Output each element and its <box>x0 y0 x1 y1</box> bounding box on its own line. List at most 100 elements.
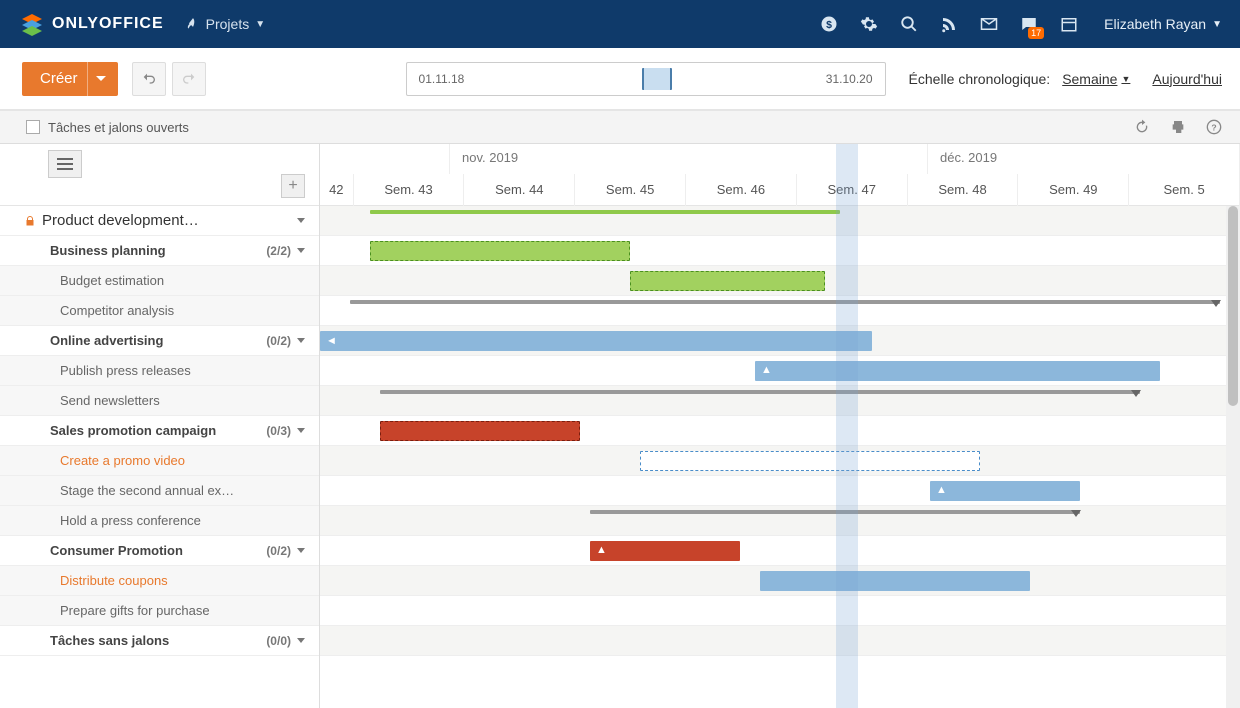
milestone-row[interactable]: Sales promotion campaign(0/3) <box>0 416 319 446</box>
chevron-down-icon: ▼ <box>255 19 265 30</box>
vertical-scrollbar[interactable] <box>1226 206 1240 708</box>
date-from: 01.11.18 <box>419 72 465 86</box>
gantt-bar[interactable] <box>640 451 980 471</box>
filter-bar: Tâches et jalons ouverts ? <box>0 110 1240 144</box>
milestone-row[interactable]: Consumer Promotion(0/2) <box>0 536 319 566</box>
gear-icon[interactable] <box>860 15 878 33</box>
rocket-icon <box>186 17 200 31</box>
open-tasks-checkbox[interactable] <box>26 120 40 134</box>
gantt-row <box>320 236 1240 266</box>
scale-label: Échelle chronologique: <box>909 71 1051 87</box>
gantt-bar[interactable] <box>590 510 1080 514</box>
tree-header: + <box>0 144 319 206</box>
task-tree: + Product development… Business planning… <box>0 144 320 708</box>
gantt-row <box>320 296 1240 326</box>
gantt-bar[interactable] <box>760 571 1030 591</box>
chevron-down-icon[interactable] <box>297 248 305 253</box>
chat-icon[interactable]: 17 <box>1020 15 1038 33</box>
month-cell <box>320 144 450 174</box>
gantt-bar[interactable]: ▲ <box>930 481 1080 501</box>
chevron-down-icon: ▼ <box>1212 19 1222 30</box>
brand-logo: ONLYOFFICE <box>20 12 164 36</box>
task-row[interactable]: Budget estimation <box>0 266 319 296</box>
week-cell: 42 <box>320 174 354 206</box>
gantt-bar[interactable] <box>630 271 825 291</box>
task-row[interactable]: Distribute coupons <box>0 566 319 596</box>
calendar-icon[interactable] <box>1060 15 1078 33</box>
gantt-row <box>320 266 1240 296</box>
refresh-icon[interactable] <box>1134 119 1150 135</box>
chevron-down-icon[interactable] <box>297 638 305 643</box>
gantt-row <box>320 506 1240 536</box>
task-row[interactable]: Publish press releases <box>0 356 319 386</box>
create-button[interactable]: Créer <box>22 62 118 96</box>
date-to: 31.10.20 <box>826 72 873 86</box>
redo-button[interactable] <box>172 62 206 96</box>
gantt-bar[interactable]: ▲ <box>755 361 1160 381</box>
undo-button[interactable] <box>132 62 166 96</box>
week-cell: Sem. 45 <box>575 174 686 206</box>
milestone-row[interactable]: Business planning(2/2) <box>0 236 319 266</box>
chevron-down-icon[interactable] <box>297 338 305 343</box>
mail-icon[interactable] <box>980 15 998 33</box>
feed-icon[interactable] <box>940 15 958 33</box>
gantt-bar[interactable] <box>370 241 630 261</box>
gantt-row <box>320 446 1240 476</box>
task-row[interactable]: Hold a press conference <box>0 506 319 536</box>
help-icon[interactable]: ? <box>1206 119 1222 135</box>
range-track[interactable] <box>642 63 656 95</box>
gantt-row <box>320 596 1240 626</box>
gantt-bar[interactable] <box>380 421 580 441</box>
chevron-down-icon[interactable] <box>297 548 305 553</box>
scroll-thumb[interactable] <box>1228 206 1238 406</box>
milestone-row[interactable]: Online advertising(0/2) <box>0 326 319 356</box>
task-row[interactable]: Send newsletters <box>0 386 319 416</box>
task-row[interactable]: Prepare gifts for purchase <box>0 596 319 626</box>
chevron-down-icon[interactable] <box>297 218 305 223</box>
project-row[interactable]: Product development… <box>0 206 319 236</box>
gantt-bar[interactable] <box>380 390 1140 394</box>
week-cell: Sem. 47 <box>797 174 908 206</box>
chevron-down-icon[interactable] <box>297 428 305 433</box>
gantt-bar[interactable] <box>350 300 1220 304</box>
month-cell: déc. 2019 <box>928 144 1240 174</box>
task-row[interactable]: Create a promo video <box>0 446 319 476</box>
gantt-row <box>320 386 1240 416</box>
chat-badge: 17 <box>1028 27 1044 39</box>
scale-select[interactable]: Semaine▼ <box>1062 71 1130 87</box>
week-cell: Sem. 49 <box>1018 174 1129 206</box>
date-range-slider[interactable]: 01.11.18 31.10.20 <box>406 62 886 96</box>
gantt-bar[interactable]: ▲ <box>590 541 740 561</box>
svg-text:$: $ <box>826 19 832 31</box>
gantt-bar[interactable]: ◄ <box>320 331 872 351</box>
milestone-row[interactable]: Tâches sans jalons(0/0) <box>0 626 319 656</box>
projects-menu[interactable]: Projets ▼ <box>186 16 265 32</box>
task-row[interactable]: Stage the second annual ex… <box>0 476 319 506</box>
add-project-button[interactable]: + <box>281 174 305 198</box>
currency-icon[interactable]: $ <box>820 15 838 33</box>
task-row[interactable]: Competitor analysis <box>0 296 319 326</box>
gantt-row <box>320 416 1240 446</box>
week-cell: Sem. 5 <box>1129 174 1240 206</box>
lock-icon <box>24 215 36 227</box>
gantt-bar[interactable] <box>370 210 840 214</box>
chevron-down-icon: ▼ <box>1121 74 1130 84</box>
gantt-header: nov. 2019déc. 2019 42Sem. 43Sem. 44Sem. … <box>320 144 1240 206</box>
gantt-row: ▲ <box>320 476 1240 506</box>
print-icon[interactable] <box>1170 119 1186 135</box>
user-menu[interactable]: Elizabeth Rayan ▼ <box>1104 16 1222 32</box>
nav-icons: $ 17 <box>820 15 1078 33</box>
main: + Product development… Business planning… <box>0 144 1240 708</box>
onlyoffice-logo-icon <box>20 12 44 36</box>
open-tasks-label: Tâches et jalons ouverts <box>48 120 189 135</box>
search-icon[interactable] <box>900 15 918 33</box>
toolbar: Créer 01.11.18 31.10.20 Échelle chronolo… <box>0 48 1240 110</box>
today-link[interactable]: Aujourd'hui <box>1152 71 1222 87</box>
svg-text:?: ? <box>1211 122 1216 132</box>
gantt-row: ◄ <box>320 326 1240 356</box>
week-cell: Sem. 46 <box>686 174 797 206</box>
gantt-row: ▲ <box>320 536 1240 566</box>
top-navbar: ONLYOFFICE Projets ▼ $ 17 Elizabeth Raya… <box>0 0 1240 48</box>
gantt-chart: nov. 2019déc. 2019 42Sem. 43Sem. 44Sem. … <box>320 144 1240 708</box>
tree-menu-button[interactable] <box>48 150 82 178</box>
